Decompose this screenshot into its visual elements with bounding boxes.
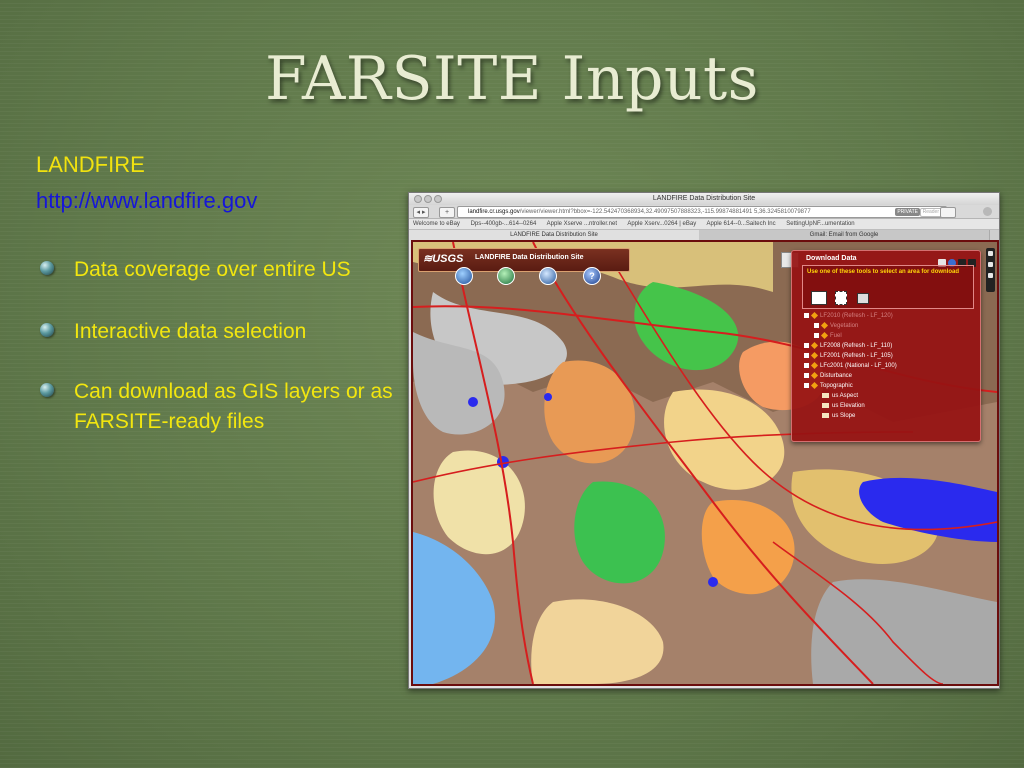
expand-icon[interactable] <box>804 352 809 358</box>
bookmark-item[interactable]: Apple Xserve ...ntroller.net <box>547 221 617 227</box>
compass-icon[interactable] <box>455 267 473 285</box>
bookmark-item[interactable]: Apple Xserv...0264 | eBay <box>627 221 696 227</box>
layer-icon <box>820 321 829 329</box>
tree-item[interactable]: us Slope <box>804 411 897 421</box>
back-forward-button[interactable]: ◂ ▸ <box>413 207 429 218</box>
map-side-controls <box>986 248 995 292</box>
tab-gmail[interactable]: Gmail: Email from Google <box>699 230 990 240</box>
tree-item[interactable]: Topographic <box>804 381 897 391</box>
address-bar[interactable]: landfire.cr.usgs.gov/viewer/viewer.html?… <box>457 206 947 218</box>
landfire-link[interactable]: http://www.landfire.gov <box>36 188 257 214</box>
tree-item[interactable]: LF2010 (Refresh - LF_120) <box>804 311 897 321</box>
bookmark-item[interactable]: Dps--400gb-...614--0264 <box>471 221 537 227</box>
layer-icon <box>810 381 819 389</box>
bullet-icon <box>40 323 54 337</box>
url-host: landfire.cr.usgs.gov <box>468 209 520 215</box>
polygon-select-tool[interactable] <box>835 291 847 305</box>
layer-icon <box>810 311 819 319</box>
bullet-text: Data coverage over entire US <box>74 258 351 281</box>
globe-icon[interactable] <box>497 267 515 285</box>
add-tab-button[interactable]: + <box>439 207 455 218</box>
download-instructions: Use one of these tools to select an area… <box>807 269 960 275</box>
pan-up-icon[interactable] <box>988 251 993 256</box>
expand-icon[interactable] <box>804 372 809 378</box>
usgs-header-bar: ≋USGS LANDFIRE Data Distribution Site <box>418 248 630 272</box>
bullet-item: Interactive data selection <box>38 317 408 347</box>
layer-tree: LF2010 (Refresh - LF_120) Vegetation Fue… <box>804 311 897 421</box>
tab-bar: LANDFIRE Data Distribution Site Gmail: E… <box>409 230 999 240</box>
tree-item[interactable]: LFc2001 (National - LF_100) <box>804 361 897 371</box>
rectangle-select-tool[interactable] <box>811 291 827 305</box>
download-data-panel: Download Data Use one of these tools to … <box>791 250 981 442</box>
slide-title: FARSITE Inputs <box>265 44 759 114</box>
speaker-icon <box>822 392 829 398</box>
bullet-list: Data coverage over entire US Interactive… <box>38 255 408 469</box>
bullet-icon <box>40 261 54 275</box>
tree-item[interactable]: us Elevation <box>804 401 897 411</box>
expand-icon[interactable] <box>814 332 819 338</box>
bullet-icon <box>40 383 54 397</box>
browser-toolbar: ◂ ▸ + landfire.cr.usgs.gov/viewer/viewer… <box>409 205 999 219</box>
expand-icon[interactable] <box>814 322 819 328</box>
expand-icon[interactable] <box>804 342 809 348</box>
gear-icon[interactable] <box>983 207 992 216</box>
window-title: LANDFIRE Data Distribution Site <box>652 195 756 202</box>
expand-icon[interactable] <box>804 382 809 388</box>
reader-button[interactable]: Reader <box>919 208 942 217</box>
section-heading: LANDFIRE <box>36 152 145 177</box>
bullet-text: Can download as GIS layers or as FARSITE… <box>74 380 393 433</box>
bookmark-item[interactable]: SettingUpNF...umentation <box>786 221 854 227</box>
bullet-text: Interactive data selection <box>74 320 307 343</box>
layer-icon <box>810 351 819 359</box>
owl-icon[interactable] <box>539 267 557 285</box>
layer-icon <box>810 361 819 369</box>
layer-icon <box>820 331 829 339</box>
tree-item[interactable]: Fuel <box>804 331 897 341</box>
selection-tools-box: Use one of these tools to select an area… <box>802 265 974 309</box>
zoom-out-icon[interactable] <box>988 273 993 278</box>
speaker-icon <box>822 412 829 418</box>
bullet-item: Data coverage over entire US <box>38 255 408 285</box>
tree-item[interactable]: LF2001 (Refresh - LF_105) <box>804 351 897 361</box>
tree-item[interactable]: Disturbance <box>804 371 897 381</box>
tree-item[interactable]: LF2008 (Refresh - LF_110) <box>804 341 897 351</box>
tab-landfire[interactable]: LANDFIRE Data Distribution Site <box>409 230 700 240</box>
bullet-item: Can download as GIS layers or as FARSITE… <box>38 377 408 437</box>
layer-icon <box>810 371 819 379</box>
search-button[interactable] <box>940 207 956 218</box>
bookmark-item[interactable]: Welcome to eBay <box>413 221 460 227</box>
download-panel-title: Download Data <box>806 255 857 262</box>
url-path: /viewer/viewer.html?bbox=-122.5424703689… <box>519 209 811 215</box>
layer-icon <box>810 341 819 349</box>
expand-icon[interactable] <box>804 362 809 368</box>
browser-titlebar: LANDFIRE Data Distribution Site <box>409 193 999 205</box>
tree-item[interactable]: us Aspect <box>804 391 897 401</box>
tree-item[interactable]: Vegetation <box>804 321 897 331</box>
expand-icon[interactable] <box>804 312 809 318</box>
usgs-logo: ≋USGS <box>423 253 464 265</box>
bookmarks-bar: Welcome to eBay Dps--400gb-...614--0264 … <box>409 219 999 230</box>
private-badge: PRIVATE <box>895 208 920 216</box>
speaker-icon <box>822 402 829 408</box>
bookmark-item[interactable]: Apple 614--0...Saitech Inc <box>707 221 776 227</box>
viewer-site-title: LANDFIRE Data Distribution Site <box>475 254 584 261</box>
browser-screenshot: LANDFIRE Data Distribution Site ◂ ▸ + la… <box>408 192 1000 689</box>
help-icon[interactable]: ? <box>583 267 601 285</box>
map-viewer[interactable]: ≋USGS LANDFIRE Data Distribution Site ? … <box>411 240 999 686</box>
save-icon[interactable] <box>857 293 869 304</box>
zoom-in-icon[interactable] <box>988 262 993 267</box>
